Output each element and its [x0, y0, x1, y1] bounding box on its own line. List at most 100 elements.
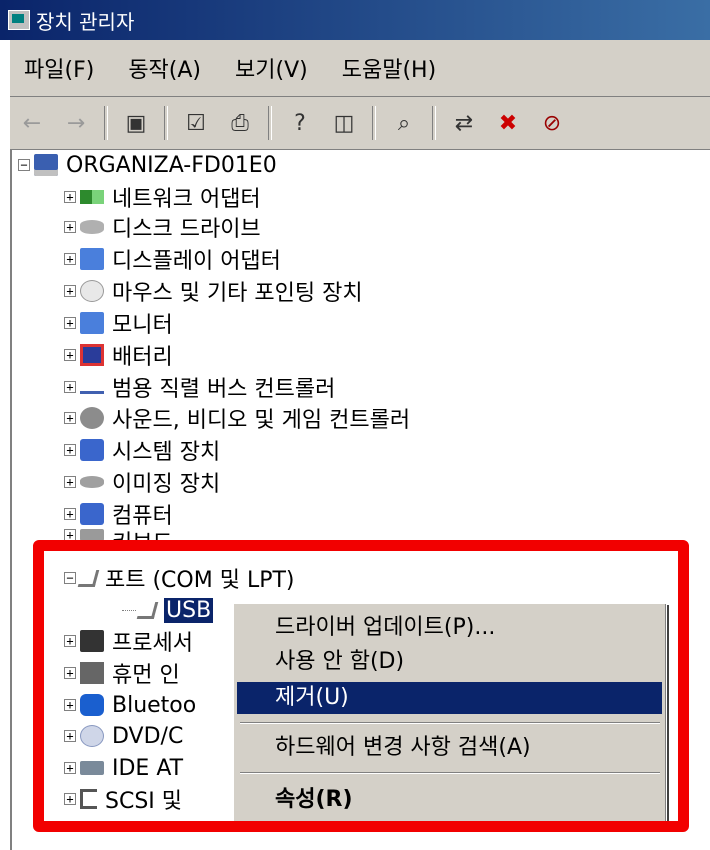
tree-item[interactable]: + 네트워크 어댑터 — [64, 182, 261, 212]
computer-icon — [80, 503, 104, 525]
tree-item[interactable]: + 디스플레이 어댑터 — [64, 244, 281, 274]
device-manager-window: 장치 관리자 파일(F) 동작(A) 보기(V) 도움말(H) ← → ▣ ☑ … — [0, 0, 710, 850]
tree-item[interactable]: + Bluetoo — [64, 690, 196, 720]
tree-item[interactable]: + 컴퓨터 — [64, 499, 173, 529]
tree-item-label: 프로세서 — [112, 631, 193, 656]
properties-icon[interactable]: ☑ — [180, 107, 212, 139]
ide-icon — [80, 761, 104, 775]
tree-item[interactable]: + 키보드 — [64, 529, 173, 547]
menu-help[interactable]: 도움말(H) — [342, 52, 436, 84]
context-update-driver[interactable]: 드라이버 업데이트(P)... — [237, 612, 662, 644]
expand-icon[interactable]: + — [64, 317, 76, 329]
tree-item-label: 키보드 — [112, 531, 173, 547]
tree-item[interactable]: + 마우스 및 기타 포인팅 장치 — [64, 276, 363, 306]
expand-icon[interactable]: + — [64, 529, 76, 541]
tree-item[interactable]: + 사운드, 비디오 및 게임 컨트롤러 — [64, 403, 410, 433]
help-icon[interactable]: ? — [284, 107, 316, 139]
expand-icon[interactable]: + — [64, 667, 76, 679]
tree-item-label: 네트워크 어댑터 — [112, 187, 261, 212]
tree-item[interactable]: + 디스크 드라이브 — [64, 212, 261, 242]
expand-icon[interactable]: + — [64, 221, 76, 233]
expand-icon[interactable]: + — [64, 381, 76, 393]
network-adapter-icon — [80, 190, 104, 204]
expand-icon[interactable]: + — [64, 285, 76, 297]
dvd-icon — [80, 725, 104, 747]
disk-drive-icon — [80, 220, 104, 234]
bluetooth-icon — [80, 694, 104, 716]
tree-item-selected[interactable]: USB — [122, 595, 214, 625]
tree-item-label: 디스플레이 어댑터 — [112, 249, 281, 274]
tree-item[interactable]: + DVD/C — [64, 721, 183, 751]
tree-root[interactable]: − ORGANIZA-FD01E0 — [18, 150, 277, 180]
expand-icon[interactable]: + — [64, 635, 76, 647]
context-uninstall[interactable]: 제거(U) — [237, 682, 662, 714]
collapse-icon[interactable]: − — [64, 572, 76, 584]
tree-item[interactable]: + 모니터 — [64, 308, 173, 338]
tree-item-label: 배터리 — [112, 345, 173, 370]
expand-icon[interactable]: + — [64, 699, 76, 711]
tree-item-label: 디스크 드라이브 — [112, 217, 261, 242]
toolbar-separator — [432, 106, 436, 140]
collapse-icon[interactable]: − — [18, 159, 30, 171]
tree-item-label: 마우스 및 기타 포인팅 장치 — [112, 281, 363, 306]
tree-item[interactable]: + IDE AT — [64, 753, 183, 783]
expand-icon[interactable]: + — [64, 253, 76, 265]
usb-controller-icon — [80, 381, 104, 394]
hid-icon — [80, 662, 104, 684]
processor-icon — [80, 630, 104, 652]
expand-icon[interactable]: + — [64, 349, 76, 361]
tree-item-label: 컴퓨터 — [112, 504, 173, 529]
tree-item-label: SCSI 및 — [105, 789, 183, 814]
toolbar-separator — [104, 106, 108, 140]
tree-item-label: 포트 (COM 및 LPT) — [105, 568, 295, 593]
expand-icon[interactable]: + — [64, 793, 76, 805]
forward-icon[interactable]: → — [60, 107, 92, 139]
expand-icon[interactable]: + — [64, 508, 76, 520]
menu-file[interactable]: 파일(F) — [24, 52, 94, 84]
tree-item-label: 범용 직렬 버스 컨트롤러 — [112, 377, 336, 402]
tree-item[interactable]: + 이미징 장치 — [64, 467, 220, 497]
toolbar-separator — [268, 106, 272, 140]
tree-item[interactable]: + 배터리 — [64, 340, 173, 370]
port-icon — [77, 569, 100, 587]
port-device-icon — [136, 601, 159, 619]
tree-item[interactable]: − 포트 (COM 및 LPT) — [64, 563, 295, 593]
context-scan-hardware[interactable]: 하드웨어 변경 사항 검색(A) — [237, 732, 662, 764]
context-disable[interactable]: 사용 안 함(D) — [237, 646, 662, 678]
expand-icon[interactable]: + — [64, 412, 76, 424]
disable-icon[interactable]: ⊘ — [536, 107, 568, 139]
toolbar-separator — [164, 106, 168, 140]
system-device-icon — [80, 439, 104, 461]
sound-icon — [80, 407, 104, 429]
view-icon[interactable]: ◫ — [328, 107, 360, 139]
expand-icon[interactable]: + — [64, 191, 76, 203]
tree-item[interactable]: + 휴먼 인 — [64, 658, 180, 688]
expand-icon[interactable]: + — [64, 444, 76, 456]
tree-item-label: USB — [164, 597, 214, 623]
toolbar-separator — [372, 106, 376, 140]
tree-item-label: 이미징 장치 — [112, 472, 221, 497]
tree-item-label: Bluetoo — [112, 692, 197, 718]
tree-item-label: 시스템 장치 — [112, 440, 221, 465]
expand-icon[interactable]: + — [64, 762, 76, 774]
context-properties[interactable]: 속성(R) — [237, 784, 662, 816]
tree-item[interactable]: + SCSI 및 — [64, 784, 182, 814]
monitor-icon — [80, 312, 104, 334]
uninstall-icon[interactable]: ✖ — [492, 107, 524, 139]
back-icon[interactable]: ← — [16, 107, 48, 139]
tree-item[interactable]: + 프로세서 — [64, 626, 193, 656]
print-icon[interactable]: ⎙ — [224, 107, 256, 139]
tree-root-label: ORGANIZA-FD01E0 — [66, 152, 277, 178]
menu-view[interactable]: 보기(V) — [235, 52, 308, 84]
window-title: 장치 관리자 — [36, 9, 135, 34]
expand-icon[interactable]: + — [64, 730, 76, 742]
tree-item[interactable]: + 범용 직렬 버스 컨트롤러 — [64, 372, 335, 402]
tree-item-label: IDE AT — [112, 755, 184, 781]
context-separator — [240, 772, 660, 774]
update-driver-icon[interactable]: ⇄ — [448, 107, 480, 139]
menu-action[interactable]: 동작(A) — [128, 52, 201, 84]
show-hide-tree-icon[interactable]: ▣ — [120, 107, 152, 139]
scan-hardware-icon[interactable]: ⌕ — [388, 107, 420, 139]
expand-icon[interactable]: + — [64, 476, 76, 488]
tree-item[interactable]: + 시스템 장치 — [64, 435, 220, 465]
